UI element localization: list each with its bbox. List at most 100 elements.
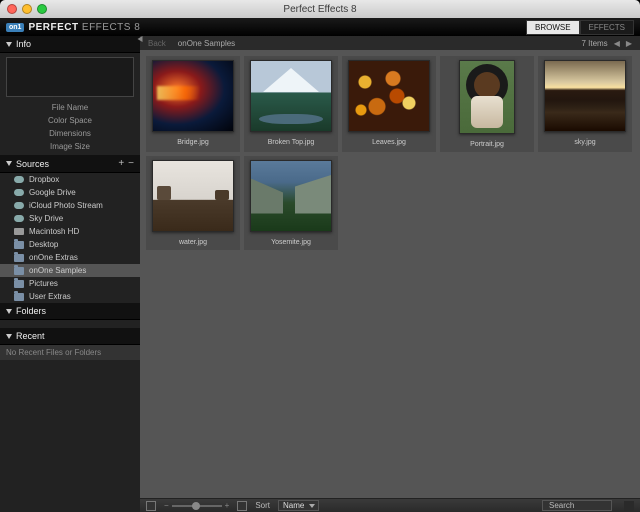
thumbnail-caption: sky.jpg bbox=[574, 139, 595, 146]
sidebar-item-onone-samples[interactable]: onOne Samples bbox=[0, 264, 140, 277]
folder-icon bbox=[14, 293, 24, 301]
sort-label: Sort bbox=[255, 501, 270, 510]
folder-icon bbox=[14, 280, 24, 288]
panel-header-info[interactable]: Info bbox=[0, 36, 140, 53]
source-label: Pictures bbox=[29, 279, 58, 288]
sidebar: Info File NameColor SpaceDimensionsImage… bbox=[0, 36, 140, 512]
sidebar-item-user-extras[interactable]: User Extras bbox=[0, 290, 140, 303]
panel-title-info: Info bbox=[16, 39, 31, 49]
prev-icon[interactable]: ◀ bbox=[614, 39, 620, 48]
panel-header-folders[interactable]: Folders bbox=[0, 303, 140, 320]
source-label: Macintosh HD bbox=[29, 227, 79, 236]
thumbnail-caption: Bridge.jpg bbox=[177, 139, 209, 146]
next-icon[interactable]: ▶ bbox=[626, 39, 632, 48]
thumbnail-cell[interactable]: Yosemite.jpg bbox=[244, 156, 338, 250]
folder-icon bbox=[14, 241, 24, 249]
info-row: File Name bbox=[6, 101, 134, 114]
sidebar-item-icloud-photo-stream[interactable]: iCloud Photo Stream bbox=[0, 199, 140, 212]
sidebar-item-pictures[interactable]: Pictures bbox=[0, 277, 140, 290]
source-label: Dropbox bbox=[29, 175, 59, 184]
panel-title-folders: Folders bbox=[16, 306, 46, 316]
thumbnail-image bbox=[152, 160, 234, 232]
search-input[interactable]: Search bbox=[542, 500, 612, 511]
panel-title-sources: Sources bbox=[16, 159, 49, 169]
sort-select[interactable]: Name bbox=[278, 500, 319, 511]
thumbnail-caption: Broken Top.jpg bbox=[268, 139, 315, 146]
disclosure-icon bbox=[6, 42, 12, 47]
brand-name: PERFECT EFFECTS 8 bbox=[28, 22, 140, 33]
thumbnail-caption: Portrait.jpg bbox=[470, 141, 504, 148]
breadcrumb: Back onOne Samples 7 Items ◀ ▶ bbox=[140, 36, 640, 50]
disclosure-icon bbox=[6, 161, 12, 166]
histogram bbox=[6, 57, 134, 97]
main-area: Info File NameColor SpaceDimensionsImage… bbox=[0, 36, 640, 512]
brand-bold: PERFECT bbox=[28, 22, 78, 33]
thumbnail-caption: water.jpg bbox=[179, 239, 207, 246]
info-row: Dimensions bbox=[6, 127, 134, 140]
panel-title-recent: Recent bbox=[16, 331, 45, 341]
window-title: Perfect Effects 8 bbox=[0, 4, 640, 15]
info-body: File NameColor SpaceDimensionsImage Size bbox=[0, 53, 140, 155]
sidebar-item-desktop[interactable]: Desktop bbox=[0, 238, 140, 251]
thumbnail-image bbox=[459, 60, 515, 134]
info-row: Color Space bbox=[6, 114, 134, 127]
brand-light: EFFECTS 8 bbox=[79, 22, 141, 33]
mode-tabs: BROWSE EFFECTS bbox=[526, 20, 634, 35]
thumbnail-cell[interactable]: Leaves.jpg bbox=[342, 56, 436, 152]
crumb-back[interactable]: Back bbox=[148, 39, 166, 48]
folder-icon bbox=[14, 267, 24, 275]
recent-empty: No Recent Files or Folders bbox=[0, 345, 140, 360]
thumbnail-cell[interactable]: sky.jpg bbox=[538, 56, 632, 152]
panel-header-recent[interactable]: Recent bbox=[0, 328, 140, 345]
panel-header-sources[interactable]: Sources + − bbox=[0, 155, 140, 173]
thumbnail-cell[interactable]: Portrait.jpg bbox=[440, 56, 534, 152]
drive-icon bbox=[14, 228, 24, 235]
search-placeholder: Search bbox=[549, 501, 574, 510]
info-row: Image Size bbox=[6, 140, 134, 153]
thumbnail-cell[interactable]: water.jpg bbox=[146, 156, 240, 250]
sort-value: Name bbox=[283, 501, 304, 510]
item-count: 7 Items bbox=[581, 39, 607, 48]
sidebar-item-macintosh-hd[interactable]: Macintosh HD bbox=[0, 225, 140, 238]
sidebar-item-sky-drive[interactable]: Sky Drive bbox=[0, 212, 140, 225]
remove-source-icon[interactable]: − bbox=[128, 158, 134, 169]
source-label: Desktop bbox=[29, 240, 58, 249]
disclosure-icon bbox=[6, 334, 12, 339]
source-label: onOne Samples bbox=[29, 266, 86, 275]
tab-browse[interactable]: BROWSE bbox=[526, 20, 580, 35]
sidebar-item-google-drive[interactable]: Google Drive bbox=[0, 186, 140, 199]
source-label: iCloud Photo Stream bbox=[29, 201, 103, 210]
brand-badge: on1 bbox=[6, 23, 24, 32]
cloud-icon bbox=[14, 215, 24, 222]
zoom-slider[interactable]: − + bbox=[164, 501, 229, 510]
resize-corner-icon[interactable] bbox=[624, 501, 634, 511]
source-label: User Extras bbox=[29, 292, 71, 301]
thumbnail-cell[interactable]: Broken Top.jpg bbox=[244, 56, 338, 152]
thumbnail-caption: Leaves.jpg bbox=[372, 139, 406, 146]
sidebar-item-onone-extras[interactable]: onOne Extras bbox=[0, 251, 140, 264]
thumbnail-image bbox=[250, 60, 332, 132]
source-label: Sky Drive bbox=[29, 214, 63, 223]
thumbnail-image bbox=[152, 60, 234, 132]
collapse-icon[interactable] bbox=[138, 36, 143, 42]
folder-icon bbox=[14, 254, 24, 262]
bottom-bar: − + Sort Name Search bbox=[140, 498, 640, 512]
cloud-icon bbox=[14, 189, 24, 196]
crumb-current[interactable]: onOne Samples bbox=[178, 39, 235, 48]
view-mode2-icon[interactable] bbox=[237, 501, 247, 511]
cloud-icon bbox=[14, 202, 24, 209]
mac-titlebar: Perfect Effects 8 bbox=[0, 0, 640, 18]
browser: Back onOne Samples 7 Items ◀ ▶ Bridge.jp… bbox=[140, 36, 640, 512]
sidebar-item-dropbox[interactable]: Dropbox bbox=[0, 173, 140, 186]
source-label: onOne Extras bbox=[29, 253, 78, 262]
thumbnail-caption: Yosemite.jpg bbox=[271, 239, 311, 246]
add-source-icon[interactable]: + bbox=[118, 158, 124, 169]
thumbnail-grid: Bridge.jpg Broken Top.jpg Leaves.jpg Portra… bbox=[140, 50, 640, 498]
thumbnail-cell[interactable]: Bridge.jpg bbox=[146, 56, 240, 152]
source-label: Google Drive bbox=[29, 188, 76, 197]
tab-effects[interactable]: EFFECTS bbox=[580, 20, 634, 35]
thumbnail-image bbox=[348, 60, 430, 132]
cloud-icon bbox=[14, 176, 24, 183]
thumbnail-image bbox=[250, 160, 332, 232]
view-mode-icon[interactable] bbox=[146, 501, 156, 511]
